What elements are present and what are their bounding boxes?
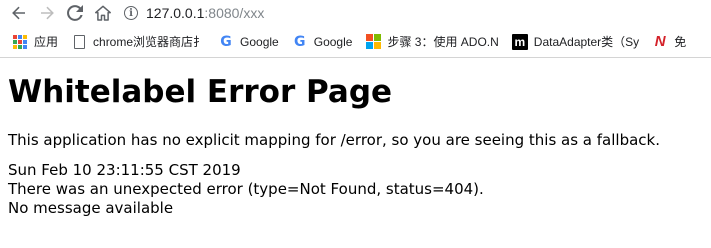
page-title: Whitelabel Error Page [8,74,393,110]
page-content: Whitelabel Error Page This application h… [0,68,711,218]
bookmark-google-2[interactable]: G Google [292,33,353,50]
bookmark-n[interactable]: N 免 [652,33,686,50]
back-button[interactable] [8,2,30,24]
bookmark-label: Google [313,34,353,49]
apps-grid-icon [12,34,28,50]
error-type-status: There was an unexpected error (type=Not … [8,180,484,198]
bookmark-label: 步骤 3：使用 ADO.N [387,35,499,49]
bookmark-google-1[interactable]: G Google [218,33,279,50]
browser-toolbar: i 127.0.0.1:8080/xxx [0,0,711,26]
google-icon: G [220,33,232,50]
page-icon [71,34,87,50]
bookmark-ado-step3[interactable]: 步骤 3：使用 ADO.N [365,33,499,50]
forward-button[interactable] [36,2,58,24]
google-icon: G [293,33,306,50]
url-path: :8080/xxx [204,5,265,21]
bookmark-label: DataAdapter类（Sy [533,35,640,49]
bookmark-label: chrome浏览器商店扌 [93,35,206,49]
bookmark-label: Google [240,34,279,49]
bookmark-label: 应用 [34,35,59,49]
reload-button[interactable] [64,2,86,24]
bookmark-chrome-store[interactable]: chrome浏览器商店扌 [71,33,205,50]
bookmark-label: 免 [674,35,687,49]
home-icon [95,5,111,21]
address-bar[interactable]: i 127.0.0.1:8080/xxx [124,2,711,24]
fallback-message: This application has no explicit mapping… [8,131,660,149]
arrow-left-icon [12,6,25,20]
microsoft-icon [365,34,381,50]
browser-window: i 127.0.0.1:8080/xxx 应用 chrome浏览器商店扌 G G… [0,0,711,248]
m-icon: m [511,33,528,50]
url-host: 127.0.0.1 [146,5,205,21]
n-icon: N [654,33,666,50]
error-details: Sun Feb 10 23:11:55 CST 2019 There was a… [8,161,703,218]
bookmark-dataadapter[interactable]: m DataAdapter类（Sy [511,33,640,50]
reload-icon [67,5,83,21]
error-timestamp: Sun Feb 10 23:11:55 CST 2019 [8,161,241,179]
error-message: No message available [8,199,174,217]
arrow-right-icon [41,6,54,20]
bookmarks-bar: 应用 chrome浏览器商店扌 G Google G Google 步骤 3：使… [0,26,711,58]
home-button[interactable] [92,2,114,24]
info-icon[interactable]: i [124,6,138,20]
bookmark-apps[interactable]: 应用 [12,33,58,50]
